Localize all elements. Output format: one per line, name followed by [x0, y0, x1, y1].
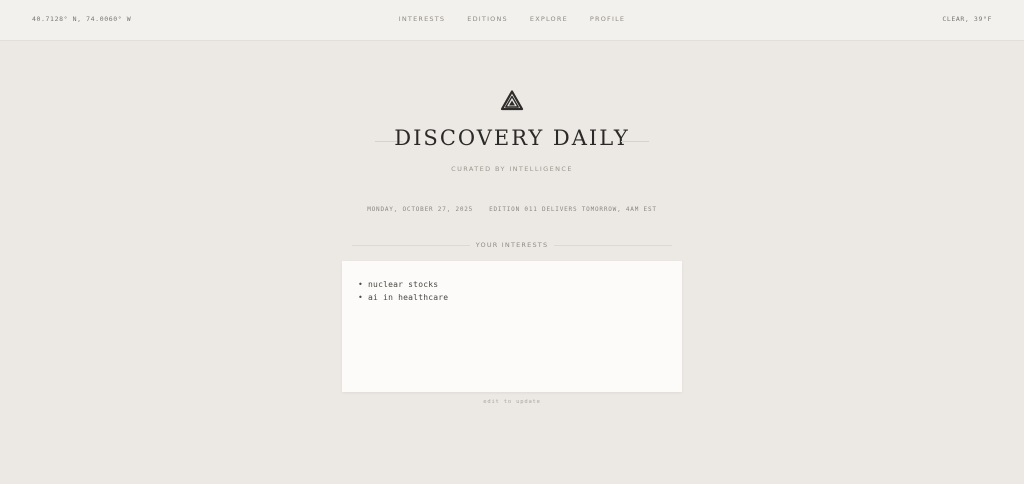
interest-item: • nuclear stocks: [358, 280, 439, 289]
nav-profile[interactable]: PROFILE: [590, 15, 625, 23]
nav-interests[interactable]: INTERESTS: [399, 15, 446, 23]
main-nav: INTERESTS EDITIONS EXPLORE PROFILE: [0, 15, 1024, 23]
section-rule-right: [554, 245, 672, 246]
edition-meta: MONDAY, OCTOBER 27, 2025 EDITION 011 DEL…: [0, 206, 1024, 213]
current-date: MONDAY, OCTOBER 27, 2025: [367, 206, 474, 213]
interests-editor[interactable]: • nuclear stocks • ai in healthcare: [342, 261, 682, 392]
edition-delivery: EDITION 011 DELIVERS TOMORROW, 4AM EST: [489, 206, 657, 213]
triangle-loop-icon: [500, 90, 524, 111]
tagline: CURATED BY INTELLIGENCE: [451, 165, 573, 173]
top-bar: 40.7128° N, 74.0060° W INTERESTS EDITION…: [0, 0, 1024, 41]
interests-heading: YOUR INTERESTS: [475, 241, 549, 249]
nav-editions[interactable]: EDITIONS: [467, 15, 508, 23]
page-title: DISCOVERY DAILY: [394, 126, 630, 150]
nav-explore[interactable]: EXPLORE: [530, 15, 568, 23]
interest-item: • ai in healthcare: [358, 293, 449, 302]
title-rule-right: [621, 141, 649, 142]
weather-status: CLEAR, 39°F: [942, 15, 992, 23]
edit-hint: edit to update: [483, 399, 541, 405]
